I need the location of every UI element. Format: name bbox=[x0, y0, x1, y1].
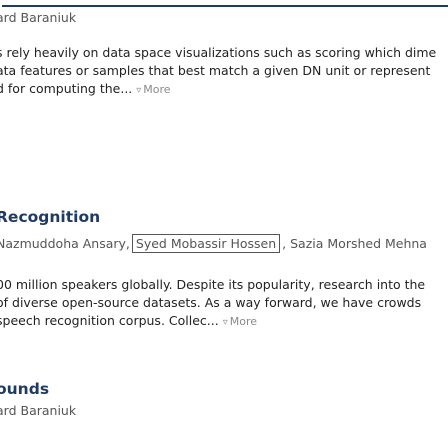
entry1-abstract: s rely heavily on data space visualizati… bbox=[0, 44, 436, 100]
entry1-more-label: More bbox=[143, 83, 171, 96]
entry2-more-label: More bbox=[229, 315, 258, 328]
entry1-more-link[interactable]: ▿ More bbox=[136, 83, 170, 96]
entry2-title[interactable]: Recognition bbox=[0, 208, 100, 226]
entry2-abstract: 00 million speakers globally. Despite it… bbox=[0, 276, 425, 332]
top-divider bbox=[2, 5, 448, 7]
entry1-abstract-line-2: ata features or samples that best match … bbox=[0, 63, 431, 78]
chevron-down-icon: ▿ bbox=[222, 317, 228, 328]
entry2-author-1[interactable]: Nazmuddoha Ansary, bbox=[0, 236, 130, 251]
entry2-abstract-line-1: 00 million speakers globally. Despite it… bbox=[0, 277, 426, 292]
entry3-title[interactable]: ounds bbox=[0, 380, 49, 398]
entry2-more-link[interactable]: ▿ More bbox=[223, 315, 257, 328]
entry2-abstract-line-2: of diverse open-source datasets. As a wa… bbox=[0, 295, 422, 310]
entry1-abstract-line-1: s rely heavily on data space visualizati… bbox=[0, 45, 437, 60]
chevron-down-icon: ▿ bbox=[136, 85, 142, 96]
entry1-abstract-line-3-text: d for computing the... bbox=[0, 81, 133, 96]
entry3-authors[interactable]: ard Baraniuk bbox=[0, 403, 76, 418]
entry2-authors: Nazmuddoha Ansary, Syed Mobassir Hossen … bbox=[0, 233, 427, 253]
entry1-abstract-line-3: d for computing the... ▿ More bbox=[0, 80, 436, 100]
top-bar bbox=[0, 0, 448, 7]
entry2-abstract-line-3: speech recognition corpus. Collec... ▿ Mor… bbox=[0, 312, 425, 332]
entry2-author-2-highlighted[interactable]: Syed Mobassir Hossen bbox=[131, 233, 281, 253]
entry2-abstract-line-3-text: speech recognition corpus. Collec... bbox=[0, 313, 219, 328]
entry2-author-3[interactable]: , Sazia Morshed Mehna bbox=[282, 236, 427, 251]
entry1-authors[interactable]: ard Baraniuk bbox=[0, 10, 76, 25]
